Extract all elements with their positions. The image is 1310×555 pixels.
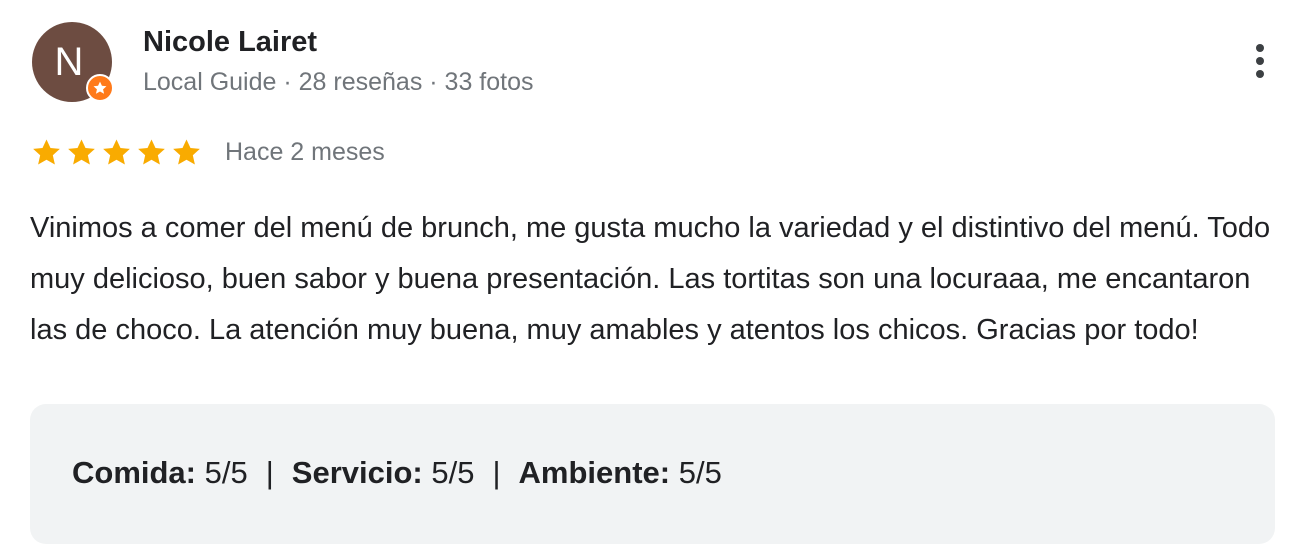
reviewer-meta: Local Guide · 28 reseñas · 33 fotos xyxy=(143,68,534,96)
avatar-initial: N xyxy=(54,40,84,84)
score-value: 5/5 xyxy=(431,455,475,490)
more-vert-icon-dot xyxy=(1256,70,1264,78)
review-text: Vinimos a comer del menú de brunch, me g… xyxy=(30,212,1271,346)
score-separator: | xyxy=(265,455,274,490)
score-label: Servicio: xyxy=(291,455,423,490)
review-header: N Nicole Lairet Local Guide · 28 reseñas… xyxy=(30,22,1280,106)
star-icon xyxy=(33,138,60,164)
scores-box: Comida: 5/5 | Servicio: 5/5 | Ambiente: 5/5 xyxy=(30,404,1275,544)
local-guide-badge-icon xyxy=(86,74,114,102)
star-icon xyxy=(103,138,130,164)
star-icon xyxy=(68,138,95,164)
score-value: 5/5 xyxy=(204,455,248,490)
star-icon xyxy=(138,138,165,164)
review-card: N Nicole Lairet Local Guide · 28 reseñas… xyxy=(0,0,1310,555)
star-icon xyxy=(93,81,107,94)
more-vert-icon-dot xyxy=(1256,44,1264,52)
scores-line: Comida: 5/5 | Servicio: 5/5 | Ambiente: 5/5 xyxy=(72,455,722,491)
star-icon xyxy=(173,138,200,164)
reviewer-name[interactable]: Nicole Lairet xyxy=(143,26,317,59)
more-options-button[interactable] xyxy=(1244,36,1276,86)
avatar[interactable]: N xyxy=(32,22,114,102)
more-vert-icon-dot xyxy=(1256,57,1264,65)
score-label: Comida: xyxy=(72,455,196,490)
rating-row: Hace 2 meses xyxy=(30,134,385,170)
score-label: Ambiente: xyxy=(518,455,671,490)
score-value: 5/5 xyxy=(678,455,722,490)
review-time: Hace 2 meses xyxy=(225,137,385,166)
star-rating xyxy=(30,136,203,169)
score-separator: | xyxy=(492,455,501,490)
